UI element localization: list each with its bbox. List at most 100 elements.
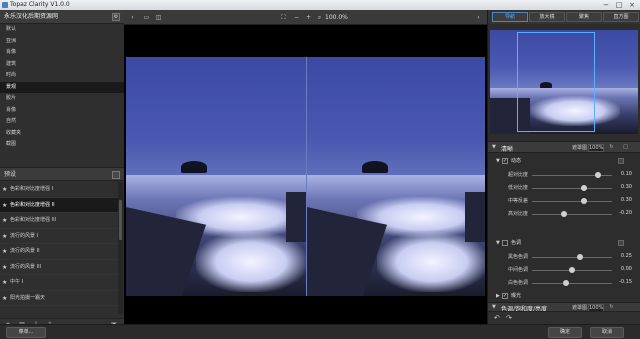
reset-icon[interactable]: ↻ — [608, 304, 615, 311]
star-icon[interactable]: ★ — [2, 275, 7, 291]
mask-label[interactable]: 遮罩图 — [572, 304, 587, 311]
slider-track[interactable] — [532, 201, 612, 202]
collection-menu: 默认 亚洲 肖像 建筑 时尚 景观 胶片 肖像 自然 收藏夹 截图 — [0, 24, 124, 151]
ok-button[interactable]: 确定 — [548, 327, 582, 338]
collection-item[interactable]: 亚洲 — [0, 36, 124, 48]
scrollbar-thumb[interactable] — [119, 200, 122, 240]
collection-item[interactable]: 肖像 — [0, 105, 124, 117]
preset-item[interactable]: ★ 阳光拍摄一霜天 — [0, 291, 118, 307]
settings-icon[interactable]: ⚙ — [112, 13, 120, 21]
back-icon[interactable]: ‹ — [128, 13, 137, 22]
star-icon[interactable]: ★ — [2, 182, 7, 198]
tab-3[interactable]: 直方图 — [603, 12, 639, 22]
preset-item[interactable]: ★ 流行的风景 II — [0, 244, 118, 260]
reset-icon[interactable]: ↻ — [608, 144, 615, 151]
slider-row: 超对比度 0.10 — [488, 170, 640, 181]
star-icon[interactable]: ★ — [2, 213, 7, 229]
slider-track[interactable] — [532, 188, 612, 189]
zoom-icon[interactable]: ⌕ — [315, 13, 324, 22]
collection-item[interactable]: 默认 — [0, 24, 124, 36]
star-icon[interactable]: ★ — [2, 244, 7, 260]
slider-knob[interactable] — [561, 211, 567, 217]
slider-row: 黑色色调 0.25 — [488, 252, 640, 263]
dynamics-row[interactable]: ▼ ✓ 动态 — [488, 156, 640, 167]
slider-value[interactable]: 0.30 — [616, 197, 632, 205]
star-icon[interactable]: ★ — [2, 229, 7, 245]
grid-view-icon[interactable] — [112, 171, 120, 179]
slider-value[interactable]: 0.25 — [616, 253, 632, 261]
slider-track[interactable] — [532, 214, 612, 215]
slider-value[interactable]: -0.20 — [616, 210, 632, 218]
tone-checkbox[interactable] — [502, 240, 508, 246]
collapse-icon[interactable]: ▼ — [492, 144, 496, 150]
tone-row[interactable]: ▼ 色调 — [488, 238, 640, 249]
star-icon[interactable]: ★ — [2, 260, 7, 276]
slider-knob[interactable] — [581, 198, 587, 204]
exposure-checkbox[interactable]: ✓ — [502, 293, 508, 299]
slider-knob[interactable] — [581, 185, 587, 191]
menu-button[interactable]: 菜单... — [6, 327, 46, 338]
zoom-in-icon[interactable]: + — [304, 13, 313, 22]
preset-item[interactable]: ★ 色彩和对比度增强 I — [0, 182, 118, 198]
slider-track[interactable] — [532, 257, 612, 258]
dynamics-checkbox[interactable]: ✓ — [502, 158, 508, 164]
preset-scrollbar[interactable] — [118, 182, 123, 314]
reset-icon[interactable] — [618, 240, 624, 246]
collapse-icon[interactable]: ▼ — [496, 240, 500, 246]
collection-item[interactable]: 收藏夹 — [0, 128, 124, 140]
undo-icon[interactable]: ↶ — [494, 314, 500, 322]
tab-2[interactable]: 聚焦 — [566, 12, 602, 22]
cancel-button[interactable]: 取消 — [590, 327, 624, 338]
preset-item[interactable]: ★ 色彩和对比度增强 III — [0, 213, 118, 229]
slider-value[interactable]: 0.30 — [616, 184, 632, 192]
preview-area[interactable]: ‹ ▭ ◫ ⛶ − + ⌕ 100.0% › — [124, 10, 487, 324]
slider-value[interactable]: 0.10 — [616, 171, 632, 179]
clarity-section-header[interactable]: ▼ 清晰 遮罩图 100% ↻ □ — [488, 141, 640, 153]
slider-value[interactable]: -0.15 — [616, 279, 632, 287]
exposure-row[interactable]: ▶ ✓ 曝光 — [488, 291, 640, 302]
preset-item[interactable]: ★ 流行的风景 III — [0, 260, 118, 276]
rock-islet — [362, 161, 388, 173]
slider-knob[interactable] — [562, 280, 569, 286]
expand-icon[interactable]: ▶ — [496, 293, 500, 299]
zoom-out-icon[interactable]: − — [292, 13, 301, 22]
slider-value[interactable]: 0.00 — [616, 266, 632, 274]
single-view-icon[interactable]: ▭ — [142, 13, 151, 22]
slider-track[interactable] — [532, 283, 612, 284]
collapse-icon[interactable]: ▼ — [492, 304, 496, 310]
collection-item[interactable]: 胶片 — [0, 93, 124, 105]
collection-item[interactable]: 建筑 — [0, 59, 124, 71]
collection-item[interactable]: 时尚 — [0, 70, 124, 82]
right-tabs: 导航 放大镜 聚焦 直方图 — [488, 10, 640, 24]
tab-1[interactable]: 放大镜 — [529, 12, 565, 22]
close-button[interactable]: × — [626, 0, 638, 10]
slider-row: 白色色调 -0.15 — [488, 278, 640, 289]
forward-icon[interactable]: › — [474, 13, 483, 22]
split-view-icon[interactable]: ◫ — [154, 13, 163, 22]
minimize-button[interactable]: − — [600, 0, 612, 10]
reset-icon[interactable] — [618, 158, 624, 164]
fit-icon[interactable]: ⛶ — [279, 13, 288, 22]
slider-knob[interactable] — [577, 254, 583, 260]
star-icon[interactable]: ★ — [2, 291, 7, 307]
maximize-button[interactable]: □ — [613, 0, 625, 10]
collection-item[interactable]: 截图 — [0, 139, 124, 151]
collection-item[interactable]: 自然 — [0, 116, 124, 128]
collection-item[interactable]: 肖像 — [0, 47, 124, 59]
star-icon[interactable]: ★ — [2, 198, 7, 214]
collection-item[interactable]: 景观 — [0, 81, 124, 93]
preset-item[interactable]: ★ 流行的风景 I — [0, 229, 118, 245]
tab-0[interactable]: 导航 — [492, 12, 528, 22]
toggle-icon[interactable]: □ — [622, 144, 629, 151]
slider-knob[interactable] — [594, 172, 601, 178]
mask-label[interactable]: 遮罩图 — [572, 144, 587, 151]
preset-item[interactable]: ★ 色彩和对比度增强 II — [0, 197, 118, 214]
collapse-icon[interactable]: ▼ — [496, 158, 500, 164]
navigator-viewport[interactable] — [517, 32, 595, 132]
title-bar: Topaz Clarity V1.0.0 − □ × — [0, 0, 640, 10]
redo-icon[interactable]: ↷ — [506, 314, 512, 322]
preset-item[interactable]: ★ 中午 I — [0, 275, 118, 291]
navigator-thumbnail[interactable] — [490, 30, 638, 134]
slider-knob[interactable] — [569, 267, 575, 273]
opacity-field[interactable]: 100% — [588, 143, 604, 152]
